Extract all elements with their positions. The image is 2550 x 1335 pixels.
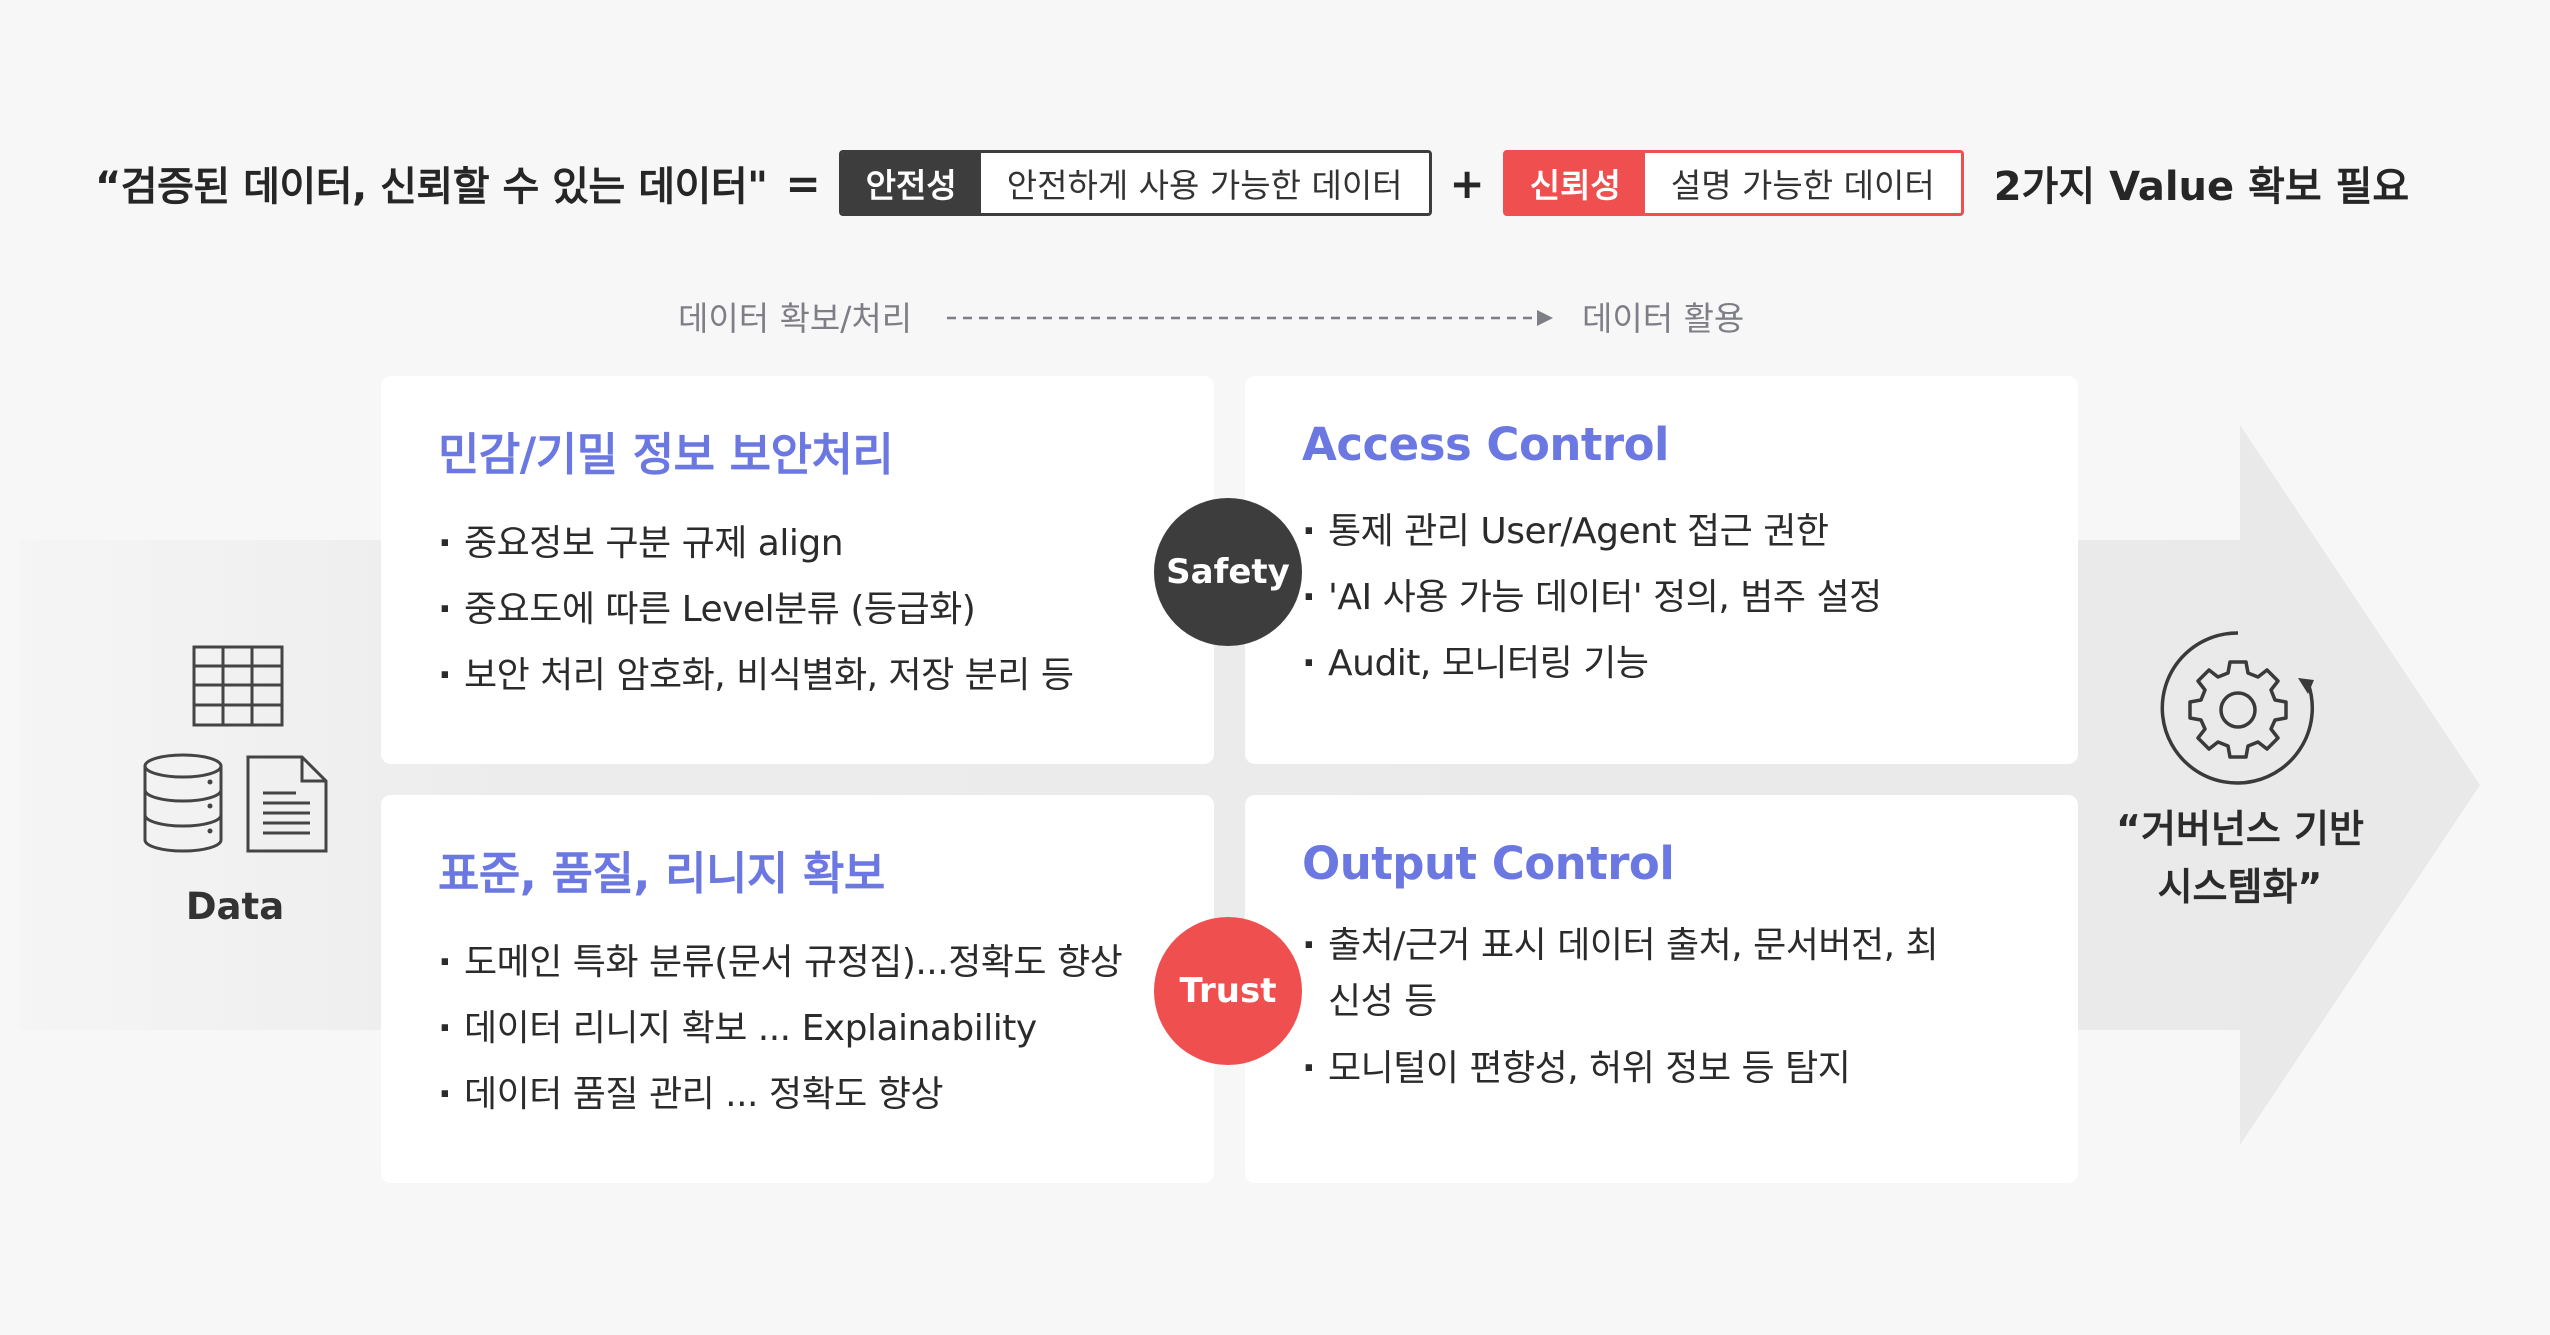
card-list: 도메인 특화 분류(문서 규정집)...정확도 향상 데이터 리니지 확보 ..… (438, 930, 1214, 1128)
card-list: 출처/근거 표시 데이터 출처, 문서버전, 최신성 등 모니털이 편향성, 허… (1302, 918, 2078, 1102)
trust-pill-tag: 신뢰성 (1505, 153, 1645, 213)
card-access-control: Access Control 통제 관리 User/Agent 접근 권한 'A… (1245, 376, 2078, 764)
safety-pill-desc: 안전하게 사용 가능한 데이터 (980, 153, 1429, 213)
result-text: “거버넌스 기반 시스템화” (2070, 800, 2410, 916)
list-item: 중요도에 따른 Level분류 (등급화) (438, 577, 1214, 643)
card-standard-quality-lineage: 표준, 품질, 리니지 확보 도메인 특화 분류(문서 규정집)...정확도 향… (381, 795, 1214, 1183)
gear-cycle-icon (2160, 631, 2314, 785)
list-item: 중요정보 구분 규제 align (438, 511, 1214, 577)
headline-quote: “검증된 데이터, 신뢰할 수 있는 데이터" (95, 164, 768, 210)
flow-from-label: 데이터 확보/처리 (678, 299, 913, 338)
list-item: Audit, 모니터링 기능 (1302, 631, 2078, 697)
card-list: 통제 관리 User/Agent 접근 권한 'AI 사용 가능 데이터' 정의… (1302, 499, 2078, 697)
headline: “검증된 데이터, 신뢰할 수 있는 데이터" = 안전성 안전하게 사용 가능… (95, 148, 2409, 218)
plus-sign: + (1449, 158, 1485, 208)
trust-pill-desc: 설명 가능한 데이터 (1644, 153, 1961, 213)
card-title: Output Control (1302, 837, 1675, 890)
card-title: Access Control (1302, 418, 1669, 471)
result-line-2: 시스템화” (2157, 865, 2323, 909)
arrow-right-icon (947, 310, 1553, 326)
card-title: 표준, 품질, 리니지 확보 (438, 847, 885, 900)
document-icon (246, 755, 328, 853)
data-label: Data (185, 885, 285, 928)
list-item: 데이터 리니지 확보 ... Explainability (438, 996, 1214, 1062)
card-list: 중요정보 구분 규제 align 중요도에 따른 Level분류 (등급화) 보… (438, 511, 1214, 709)
card-security-processing: 민감/기밀 정보 보안처리 중요정보 구분 규제 align 중요도에 따른 L… (381, 376, 1214, 764)
list-item: 통제 관리 User/Agent 접근 권한 (1302, 499, 2078, 565)
card-title: 민감/기밀 정보 보안처리 (438, 428, 894, 481)
database-icon (143, 753, 223, 853)
list-item: 출처/근거 표시 데이터 출처, 문서버전, 최신성 등 (1302, 918, 1968, 1030)
list-item: 보안 처리 암호화, 비식별화, 저장 분리 등 (438, 643, 1214, 709)
card-output-control: Output Control 출처/근거 표시 데이터 출처, 문서버전, 최신… (1245, 795, 2078, 1183)
safety-pill: 안전성 안전하게 사용 가능한 데이터 (838, 150, 1432, 216)
flow-to-label: 데이터 활용 (1582, 299, 1745, 338)
table-grid-icon (192, 645, 284, 727)
equals-sign: = (785, 158, 821, 208)
list-item: 도메인 특화 분류(문서 규정집)...정확도 향상 (438, 930, 1214, 996)
trust-badge: Trust (1154, 917, 1302, 1065)
list-item: 데이터 품질 관리 ... 정확도 향상 (438, 1062, 1214, 1128)
result-line-1: “거버넌스 기반 (2116, 807, 2364, 851)
list-item: 모니털이 편향성, 허위 정보 등 탐지 (1302, 1036, 2078, 1102)
headline-need: 2가지 Value 확보 필요 (1993, 164, 2410, 210)
list-item: 'AI 사용 가능 데이터' 정의, 범주 설정 (1302, 565, 2078, 631)
trust-pill: 신뢰성 설명 가능한 데이터 (1502, 150, 1964, 216)
safety-badge: Safety (1154, 498, 1302, 646)
safety-pill-tag: 안전성 (841, 153, 981, 213)
